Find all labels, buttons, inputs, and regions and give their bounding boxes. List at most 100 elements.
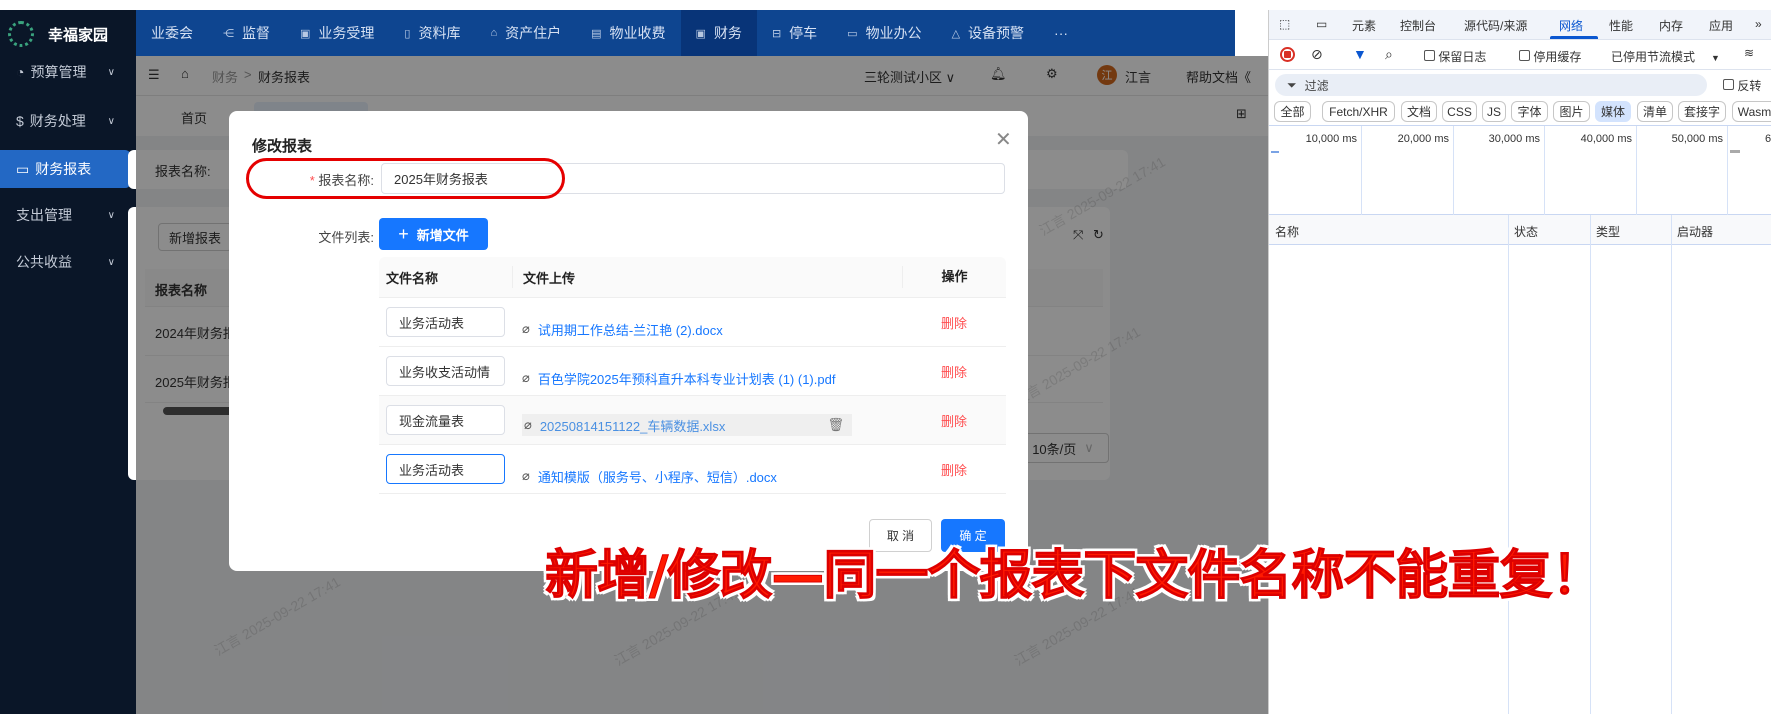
devtools-tab-console[interactable]: 控制台 — [1400, 17, 1436, 34]
filter-chip[interactable]: Wasm — [1732, 101, 1771, 122]
nav-office[interactable]: ▭ 物业办公 — [832, 10, 936, 56]
nav-library[interactable]: ▯ 资料库 — [389, 10, 475, 56]
devtools-tab-application[interactable]: 应用 — [1709, 17, 1733, 34]
record-icon[interactable] — [1280, 47, 1295, 62]
file-row: 业务活动表 ⌀ 通知模版（服务号、小程序、短信）.docx 删除 — [379, 445, 1006, 494]
device-toolbar-icon[interactable]: ▭ — [1316, 17, 1327, 31]
nav-label: 物业收费 — [609, 25, 666, 41]
file-name-input[interactable]: 现金流量表 — [386, 405, 505, 435]
nav-business[interactable]: ▣ 业务受理 — [285, 10, 389, 56]
sidebar-item-budget[interactable]: ◔ 预算管理 ∨ — [0, 53, 131, 91]
filter-icon[interactable]: ▼ — [1353, 46, 1367, 62]
column-divider — [1590, 215, 1591, 714]
filter-chip[interactable]: JS — [1482, 101, 1506, 122]
search-icon[interactable]: ⌕ — [1385, 46, 1393, 63]
filter-chip[interactable]: CSS — [1442, 101, 1477, 122]
book-icon: ▯ — [404, 27, 411, 40]
nav-fees[interactable]: ▤ 物业收费 — [576, 10, 680, 56]
more-tabs-icon[interactable]: » — [1755, 17, 1762, 31]
column-header: 文件名称 — [386, 270, 439, 286]
timeline-overview[interactable]: 10,000 ms 20,000 ms 30,000 ms 40,000 ms 50,0… — [1269, 125, 1771, 216]
timeline-gridline — [1361, 126, 1362, 216]
nav-committee[interactable]: 业委会 — [136, 10, 208, 56]
filter-chip[interactable]: 全部 — [1274, 101, 1311, 122]
report-icon: ▭ — [16, 160, 30, 177]
paperclip-icon: ⌀ — [522, 370, 530, 385]
column-type[interactable]: 类型 — [1596, 223, 1620, 240]
devtools-tab-network[interactable]: 网络 — [1559, 17, 1583, 34]
sidebar-item-label: 公共收益 — [16, 254, 72, 270]
chevron-down-icon: ∨ — [107, 256, 115, 268]
nav-supervise[interactable]: ⋲ 监督 — [208, 10, 285, 56]
delete-file-button[interactable]: 删除 — [902, 460, 1006, 479]
sidebar-item-expense[interactable]: 支出管理 ∨ — [0, 196, 131, 234]
nav-alarm[interactable]: △ 设备预警 — [937, 10, 1039, 56]
nav-assets[interactable]: ⌂ 资产住户 — [475, 10, 576, 56]
file-link[interactable]: 百色学院2025年预科直升本科专业计划表 (1) (1).pdf — [538, 369, 836, 388]
column-name[interactable]: 名称 — [1275, 223, 1299, 240]
devtools-tab-performance[interactable]: 性能 — [1609, 17, 1633, 34]
throttle-select[interactable]: 已停用节流模式 ▼ — [1611, 48, 1720, 65]
chevron-down-icon: ∨ — [107, 115, 115, 127]
sidebar-item-label: 预算管理 — [30, 64, 87, 80]
nav-more[interactable]: ··· — [1039, 10, 1083, 56]
preserve-log-checkbox[interactable]: 保留日志 — [1424, 48, 1486, 65]
network-conditions-icon[interactable]: ≋ — [1744, 46, 1754, 60]
file-link[interactable]: 通知模版（服务号、小程序、短信）.docx — [538, 467, 777, 486]
sidebar-item-finance-processing[interactable]: $ 财务处理 ∨ — [0, 102, 131, 140]
requests-table-header: 名称 状态 类型 启动器 — [1269, 215, 1771, 245]
logo-icon — [8, 21, 34, 47]
chevron-down-icon: ∨ — [107, 66, 115, 78]
delete-file-button[interactable]: 删除 — [902, 362, 1006, 381]
calendar-icon: ▣ — [300, 27, 311, 40]
logo-text: 幸福家园 — [48, 26, 109, 44]
filter-chip[interactable]: 字体 — [1511, 101, 1548, 122]
active-tab-indicator — [1550, 36, 1598, 39]
sidebar-item-financial-reports[interactable]: ▭ 财务报表 — [0, 150, 131, 188]
button-label: 新增文件 — [416, 227, 469, 243]
filter-chip[interactable]: 媒体 — [1595, 101, 1631, 122]
disable-cache-checkbox[interactable]: 停用缓存 — [1519, 48, 1581, 65]
delete-file-button[interactable]: 删除 — [902, 411, 1006, 430]
caret-down-icon: ▼ — [1711, 53, 1720, 63]
filter-chip[interactable]: 图片 — [1553, 101, 1590, 122]
nav-finance[interactable]: ▣ 财务 — [680, 10, 757, 56]
paperclip-icon: ⌀ — [522, 321, 530, 336]
file-name-input[interactable]: 业务活动表 — [386, 307, 505, 337]
logo: 幸福家园 — [8, 14, 108, 54]
timeline-gridline — [1727, 126, 1728, 216]
column-status[interactable]: 状态 — [1514, 223, 1538, 240]
highlight-ellipse — [246, 158, 565, 199]
filter-input[interactable]: ⏷ 过滤 — [1275, 74, 1707, 96]
column-header: 操作 — [902, 266, 1006, 288]
file-name-input[interactable]: 业务收支活动情 — [386, 356, 505, 386]
inspect-element-icon[interactable]: ⬚ — [1279, 17, 1290, 31]
filter-chip[interactable]: 套接字 — [1678, 101, 1726, 122]
watermark: 江言 2025-09-22 17:41 — [1036, 153, 1168, 239]
filter-chip[interactable]: Fetch/XHR — [1322, 101, 1395, 122]
file-link[interactable]: 20250814151122_车辆数据.xlsx — [540, 416, 726, 435]
filter-placeholder: 过滤 — [1304, 78, 1329, 93]
throttle-value: 已停用节流模式 — [1611, 50, 1696, 64]
devtools-tab-elements[interactable]: 元素 — [1352, 17, 1376, 34]
invert-checkbox[interactable]: 反转 — [1723, 77, 1761, 94]
close-icon[interactable]: ✕ — [995, 127, 1012, 152]
add-file-button[interactable]: + 新增文件 — [379, 218, 488, 250]
paperclip-icon: ⌀ — [524, 417, 532, 432]
trash-icon[interactable]: 🗑︎ — [827, 417, 844, 433]
filter-chip[interactable]: 清单 — [1637, 101, 1673, 122]
filter-chip[interactable]: 文档 — [1401, 101, 1437, 122]
checkbox-label: 保留日志 — [1438, 50, 1487, 64]
timeline-request-mark — [1271, 151, 1279, 153]
alarm-icon: △ — [951, 27, 961, 40]
nav-parking[interactable]: ⊟ 停车 — [757, 10, 832, 56]
sidebar-item-public-income[interactable]: 公共收益 ∨ — [0, 243, 131, 281]
clear-icon[interactable]: ⊘ — [1311, 46, 1323, 63]
devtools-tab-sources[interactable]: 源代码/来源 — [1464, 17, 1527, 34]
column-initiator[interactable]: 启动器 — [1677, 223, 1713, 240]
delete-file-button[interactable]: 删除 — [902, 313, 1006, 332]
file-name-input[interactable]: 业务活动表 — [386, 454, 505, 484]
funnel-icon: ⏷ — [1287, 77, 1297, 92]
file-link[interactable]: 试用期工作总结-兰江艳 (2).docx — [538, 320, 723, 339]
devtools-tab-memory[interactable]: 内存 — [1659, 17, 1683, 34]
